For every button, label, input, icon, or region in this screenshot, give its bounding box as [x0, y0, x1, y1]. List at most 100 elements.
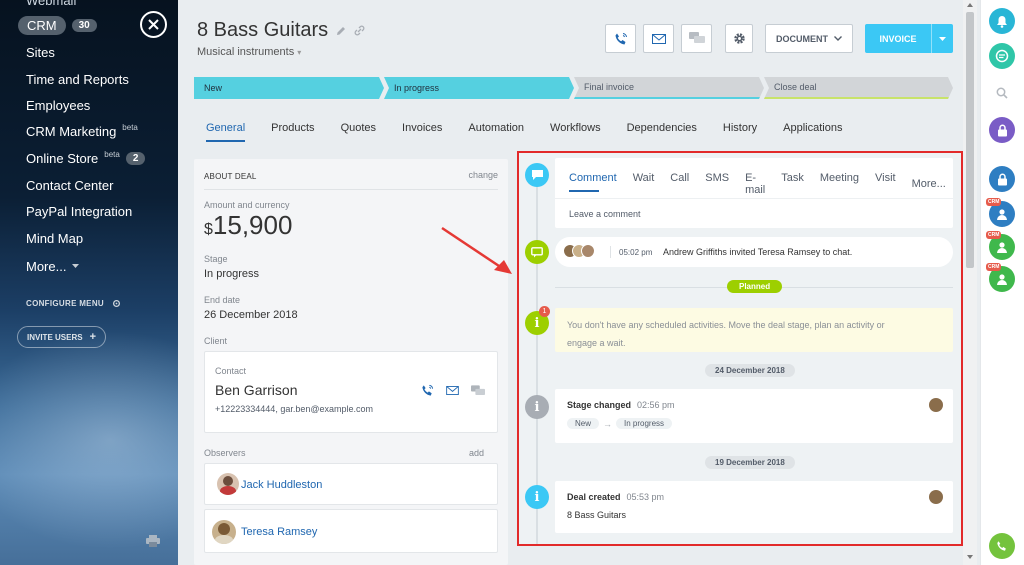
- sidebar-item-label: Employees: [26, 98, 91, 113]
- configure-menu-button[interactable]: CONFIGURE MENU: [26, 299, 121, 308]
- client-label: Client: [204, 336, 228, 346]
- sidebar-item-mind-map[interactable]: Mind Map: [26, 231, 83, 246]
- invoice-button[interactable]: INVOICE: [865, 24, 953, 53]
- crm-badge: CRM: [986, 198, 1002, 206]
- lock-chat-button[interactable]: [989, 166, 1015, 192]
- crm-chat-button[interactable]: CRM: [986, 231, 1015, 260]
- close-icon: [148, 19, 159, 30]
- stage-transition: New → In progress: [567, 418, 673, 429]
- notifications-button[interactable]: [989, 8, 1015, 34]
- deal-category-selector[interactable]: Musical instruments ▾: [197, 46, 301, 58]
- sidebar-item-crm-marketing[interactable]: CRM Marketing beta: [26, 123, 138, 139]
- chevron-down-icon: ▾: [297, 48, 302, 57]
- tab-meeting[interactable]: Meeting: [820, 172, 859, 196]
- tab-workflows[interactable]: Workflows: [550, 122, 601, 142]
- tab-general[interactable]: General: [206, 122, 246, 142]
- deal-created-text: 8 Bass Guitars: [567, 510, 627, 520]
- stage-from-chip: New: [567, 418, 600, 429]
- comment-input[interactable]: Leave a comment: [569, 209, 641, 219]
- sidebar-item-label: Online Store: [26, 151, 99, 166]
- lock-chat-button[interactable]: [989, 117, 1015, 143]
- tab-more-label: More...: [911, 178, 946, 190]
- avatar: [212, 520, 236, 544]
- phone-icon[interactable]: [421, 384, 434, 397]
- invoice-dropdown-button[interactable]: [931, 24, 953, 53]
- settings-button[interactable]: [725, 24, 753, 53]
- contact-name[interactable]: Ben Garrison: [215, 382, 297, 398]
- tab-invoices[interactable]: Invoices: [402, 122, 442, 142]
- chat-time: 05:02 pm: [619, 248, 653, 257]
- email-button[interactable]: [643, 24, 674, 53]
- sidebar-item-more[interactable]: More...: [26, 259, 80, 274]
- search-button[interactable]: [989, 80, 1015, 106]
- crm-chat-button[interactable]: CRM: [986, 263, 1015, 292]
- tab-history[interactable]: History: [723, 122, 757, 142]
- tab-email[interactable]: E-mail: [745, 172, 765, 196]
- crm-chat-button[interactable]: CRM: [986, 198, 1015, 227]
- tab-task[interactable]: Task: [781, 172, 804, 196]
- add-observer-link[interactable]: add: [469, 448, 484, 458]
- stage-value: In progress: [204, 268, 260, 280]
- scroll-up-icon[interactable]: [967, 3, 973, 7]
- tab-dependencies[interactable]: Dependencies: [627, 122, 697, 142]
- tab-sms[interactable]: SMS: [705, 172, 729, 196]
- tab-applications[interactable]: Applications: [783, 122, 842, 142]
- scrollbar-thumb[interactable]: [966, 12, 974, 268]
- messenger-button[interactable]: [989, 43, 1015, 69]
- tab-automation[interactable]: Automation: [468, 122, 524, 142]
- change-link[interactable]: change: [468, 170, 498, 180]
- envelope-icon[interactable]: [446, 386, 459, 395]
- stage-in-progress[interactable]: In progress: [384, 77, 574, 99]
- observer-row[interactable]: Teresa Ramsey: [204, 509, 498, 553]
- sidebar-item-online-store[interactable]: Online Store beta 2: [26, 150, 146, 166]
- chat-bubbles-icon[interactable]: [471, 385, 485, 397]
- sidebar-item-paypal[interactable]: PayPal Integration: [26, 204, 132, 219]
- chat-entry[interactable]: 05:02 pm Andrew Griffiths invited Teresa…: [555, 237, 953, 267]
- tab-call[interactable]: Call: [670, 172, 689, 196]
- tab-products[interactable]: Products: [271, 122, 314, 142]
- divider: [610, 246, 611, 258]
- call-button[interactable]: [605, 24, 636, 53]
- sidebar-item-crm[interactable]: CRM 30: [18, 16, 97, 35]
- lock-icon: [997, 173, 1007, 185]
- sidebar-item-time-reports[interactable]: Time and Reports: [26, 72, 129, 87]
- lock-icon: [997, 124, 1007, 136]
- sidebar-item-webmail[interactable]: Webmail: [26, 0, 76, 8]
- observer-name[interactable]: Jack Huddleston: [241, 479, 322, 491]
- tab-more[interactable]: More...: [911, 172, 961, 196]
- sidebar-item-contact-center[interactable]: Contact Center: [26, 178, 113, 193]
- document-label: DOCUMENT: [776, 33, 828, 44]
- stage-label: New: [204, 83, 223, 93]
- chat-button[interactable]: [681, 24, 712, 53]
- sidebar-item-label: More...: [26, 259, 67, 274]
- chat-icon: [525, 240, 549, 264]
- stage-final-invoice[interactable]: Final invoice: [574, 77, 764, 99]
- invite-users-button[interactable]: INVITE USERS +: [17, 326, 107, 348]
- bell-icon: [997, 15, 1007, 28]
- stage-close-deal[interactable]: Close deal: [764, 77, 953, 99]
- tab-wait[interactable]: Wait: [633, 172, 655, 196]
- avatar: [581, 244, 595, 258]
- sidebar-item-sites[interactable]: Sites: [26, 45, 55, 60]
- stage-new[interactable]: New: [194, 77, 384, 99]
- printer-icon[interactable]: [146, 535, 160, 547]
- sidebar-item-employees[interactable]: Employees: [26, 98, 90, 113]
- call-button[interactable]: [989, 533, 1015, 559]
- main-scrollbar[interactable]: [963, 0, 977, 565]
- chevron-down-icon: [72, 264, 80, 268]
- arrow-right-icon: →: [603, 418, 613, 429]
- activity-tabs: Comment Wait Call SMS E-mail Task Meetin…: [569, 172, 961, 196]
- observer-name[interactable]: Teresa Ramsey: [241, 526, 317, 538]
- tab-visit[interactable]: Visit: [875, 172, 896, 196]
- document-button[interactable]: DOCUMENT: [765, 24, 853, 53]
- tab-comment[interactable]: Comment: [569, 172, 617, 196]
- tab-quotes[interactable]: Quotes: [341, 122, 376, 142]
- close-menu-button[interactable]: [140, 11, 167, 38]
- chat-bubbles-icon: [688, 32, 705, 43]
- link-icon[interactable]: [354, 25, 365, 36]
- invoice-label: INVOICE: [879, 33, 917, 44]
- scroll-down-icon[interactable]: [967, 555, 973, 559]
- info-icon: i: [525, 485, 549, 509]
- pencil-icon[interactable]: [336, 26, 346, 36]
- observer-row[interactable]: Jack Huddleston: [204, 463, 498, 505]
